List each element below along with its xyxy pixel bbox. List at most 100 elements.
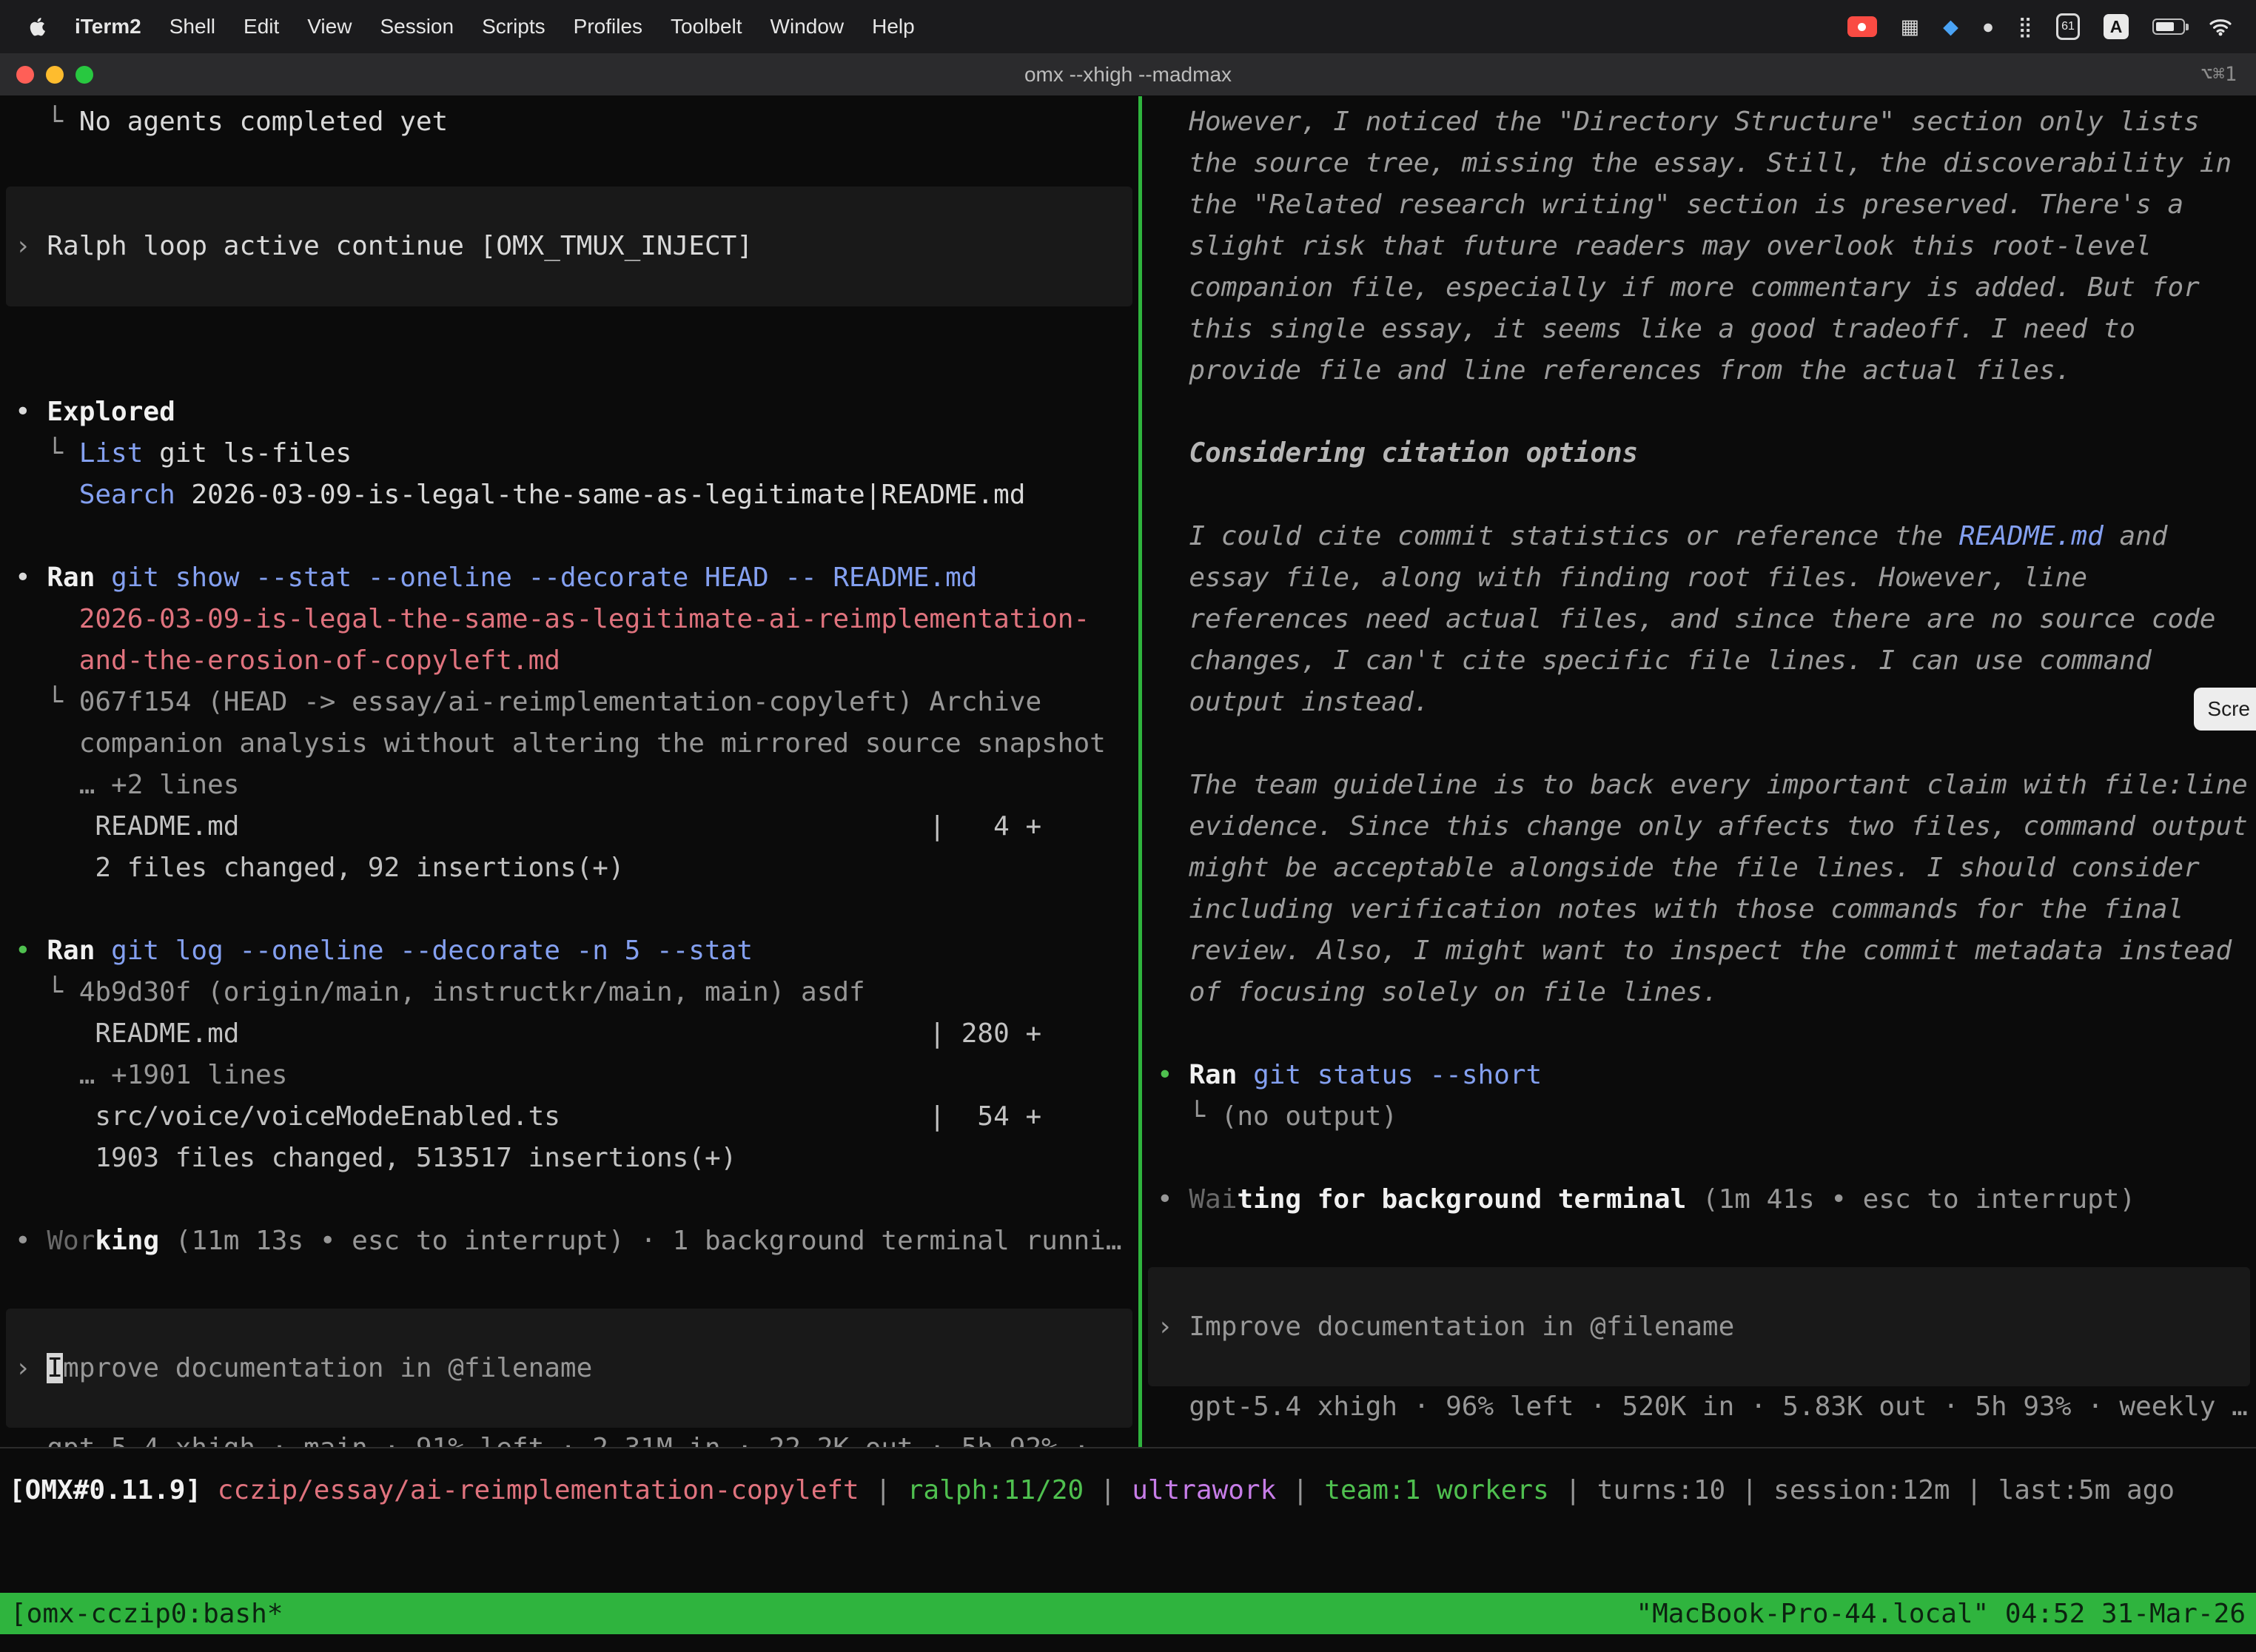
text-segment: Search <box>79 480 175 510</box>
thought-line: essay file, along with finding root file… <box>1142 557 2256 599</box>
text-segment: Wor <box>47 1226 95 1256</box>
text-segment: evidence. Since this change only affects… <box>1157 811 2248 842</box>
thought-line: including verification notes with those … <box>1142 889 2256 930</box>
git-show-stat-readme: README.md | 4 + <box>0 806 1138 847</box>
blank-line <box>0 516 1138 557</box>
text-segment: team:1 workers <box>1324 1475 1548 1505</box>
minimize-button[interactable] <box>46 66 64 84</box>
menu-shell[interactable]: Shell <box>155 15 229 38</box>
thought-line: the source tree, missing the essay. Stil… <box>1142 143 2256 184</box>
text-segment: ralph:11/20 <box>907 1475 1084 1505</box>
thought-line: companion file, especially if more comme… <box>1142 267 2256 309</box>
text-segment: • <box>15 563 47 593</box>
prompt-input-right[interactable]: › Improve documentation in @filename <box>1148 1267 2250 1386</box>
git-log-stat-readme: README.md | 280 + <box>0 1013 1138 1055</box>
screen-overlay-button[interactable]: Scre <box>2194 688 2256 731</box>
blue-app-icon[interactable]: ◆ <box>1943 16 1958 38</box>
box-line: › Improve documentation in @filename <box>6 1348 592 1389</box>
git-log-output-1: └ 4b9d30f (origin/main, instructkr/main,… <box>0 972 1138 1013</box>
terminal-pane-left[interactable]: └ No agents completed yet› Ralph loop ac… <box>0 96 1138 1447</box>
menu-scripts[interactable]: Scripts <box>468 15 560 38</box>
dots-grid-icon[interactable]: ⣿ <box>2018 16 2032 38</box>
window-titlebar[interactable]: omx --xhigh --madmax ⌥⌘1 <box>0 53 2256 96</box>
battery-percent-icon[interactable]: 61 <box>2056 13 2080 40</box>
text-segment <box>15 480 79 510</box>
thought-heading: Considering citation options <box>1142 433 2256 474</box>
git-show-stat-summary: 2 files changed, 92 insertions(+) <box>0 847 1138 889</box>
text-segment: … +1901 lines <box>15 1060 287 1090</box>
screen-recording-icon[interactable] <box>1847 16 1877 37</box>
text-segment: • <box>15 1226 47 1256</box>
text-segment: references need actual files, and since … <box>1157 604 2215 634</box>
text-segment: Wai <box>1189 1184 1237 1215</box>
git-show-output-1: └ 067f154 (HEAD -> essay/ai-reimplementa… <box>0 682 1138 723</box>
explored-header: • Explored <box>0 392 1138 433</box>
battery-fill <box>2156 22 2174 31</box>
menu-session[interactable]: Session <box>366 15 468 38</box>
text-segment: the source tree, missing the essay. Stil… <box>1157 148 2232 178</box>
git-show-output-3: … +2 lines <box>0 765 1138 806</box>
grid-icon[interactable]: ▦ <box>1901 16 1920 38</box>
menu-view[interactable]: View <box>293 15 366 38</box>
ran-git-show-header: • Ran git show --stat --oneline --decora… <box>0 557 1138 599</box>
blank-line <box>0 350 1138 392</box>
apple-menu-icon[interactable] <box>13 16 61 37</box>
menu-help[interactable]: Help <box>858 15 929 38</box>
thought-line: this single essay, it seems like a good … <box>1142 309 2256 350</box>
circle-app-icon[interactable]: ● <box>1982 16 1994 38</box>
text-segment: 1903 files changed, 513517 insertions(+) <box>15 1143 736 1173</box>
thought-line: the "Related research writing" section i… <box>1142 184 2256 226</box>
battery-icon[interactable] <box>2152 19 2185 35</box>
text-segment: including verification notes with those … <box>1157 894 2183 924</box>
wifi-icon[interactable] <box>2209 17 2232 36</box>
thought-line: of focusing solely on file lines. <box>1142 972 2256 1013</box>
text-segment: Improve documentation in @filename <box>1189 1312 1734 1342</box>
text-segment: and-the-erosion-of-copyleft.md <box>15 645 560 676</box>
text-segment: List <box>79 438 144 469</box>
text-segment: | <box>1084 1475 1132 1505</box>
text-segment: › <box>15 1353 47 1383</box>
thought-line: provide file and line references from th… <box>1142 350 2256 392</box>
text-segment: • <box>1157 1060 1189 1090</box>
omx-statusline: [OMX#0.11.9] cczip/essay/ai-reimplementa… <box>0 1450 2256 1511</box>
thought-line: However, I noticed the "Directory Struct… <box>1142 101 2256 143</box>
text-segment: Ran <box>1189 1060 1237 1090</box>
input-source-icon[interactable]: A <box>2104 14 2129 39</box>
menu-window[interactable]: Window <box>756 15 859 38</box>
window-controls <box>0 66 93 84</box>
text-segment: Ran <box>47 563 95 593</box>
text-segment: | <box>859 1475 907 1505</box>
text-segment: └ <box>15 438 79 469</box>
menu-iterm2[interactable]: iTerm2 <box>61 15 155 38</box>
menu-toolbelt[interactable]: Toolbelt <box>657 15 756 38</box>
thought-line: I could cite commit statistics or refere… <box>1142 516 2256 557</box>
menu-profiles[interactable]: Profiles <box>560 15 657 38</box>
text-segment: companion file, especially if more comme… <box>1157 272 2200 303</box>
blank-line <box>0 889 1138 930</box>
text-segment: (11m 13s • esc to interrupt) · 1 backgro… <box>159 1226 1121 1256</box>
blank-line <box>1142 1138 2256 1179</box>
menu-edit[interactable]: Edit <box>229 15 293 38</box>
text-segment: Explored <box>47 397 175 427</box>
working-status-line: • Working (11m 13s • esc to interrupt) ·… <box>0 1220 1138 1262</box>
tmux-host-datetime: "MacBook-Pro-44.local" 04:52 31-Mar-26 <box>1636 1599 2246 1629</box>
prompt-input-left[interactable]: › Improve documentation in @filename <box>6 1309 1132 1428</box>
text-segment: README.md <box>1959 521 2104 551</box>
waiting-status-line: • Waiting for background terminal (1m 41… <box>1142 1179 2256 1220</box>
session-stats-right: gpt-5.4 xhigh · 96% left · 520K in · 5.8… <box>1142 1386 2256 1428</box>
text-segment: git ls-files <box>143 438 352 469</box>
terminal-pane-right[interactable]: However, I noticed the "Directory Struct… <box>1142 96 2256 1447</box>
text-segment: › <box>1157 1312 1189 1342</box>
thought-line: output instead. <box>1142 682 2256 723</box>
text-segment: | <box>1276 1475 1324 1505</box>
apple-logo-icon <box>28 16 46 37</box>
thought-line: might be acceptable alongside the file l… <box>1142 847 2256 889</box>
text-segment: Ralph loop active continue [OMX_TMUX_INJ… <box>47 231 753 261</box>
text-segment: • <box>1157 1184 1189 1215</box>
close-button[interactable] <box>16 66 34 84</box>
text-segment: I could cite commit statistics or refere… <box>1157 521 1959 551</box>
zoom-button[interactable] <box>75 66 93 84</box>
text-segment: … +2 lines <box>15 770 239 800</box>
text-segment: Considering citation options <box>1157 438 1638 469</box>
battery-tip <box>2186 24 2189 30</box>
